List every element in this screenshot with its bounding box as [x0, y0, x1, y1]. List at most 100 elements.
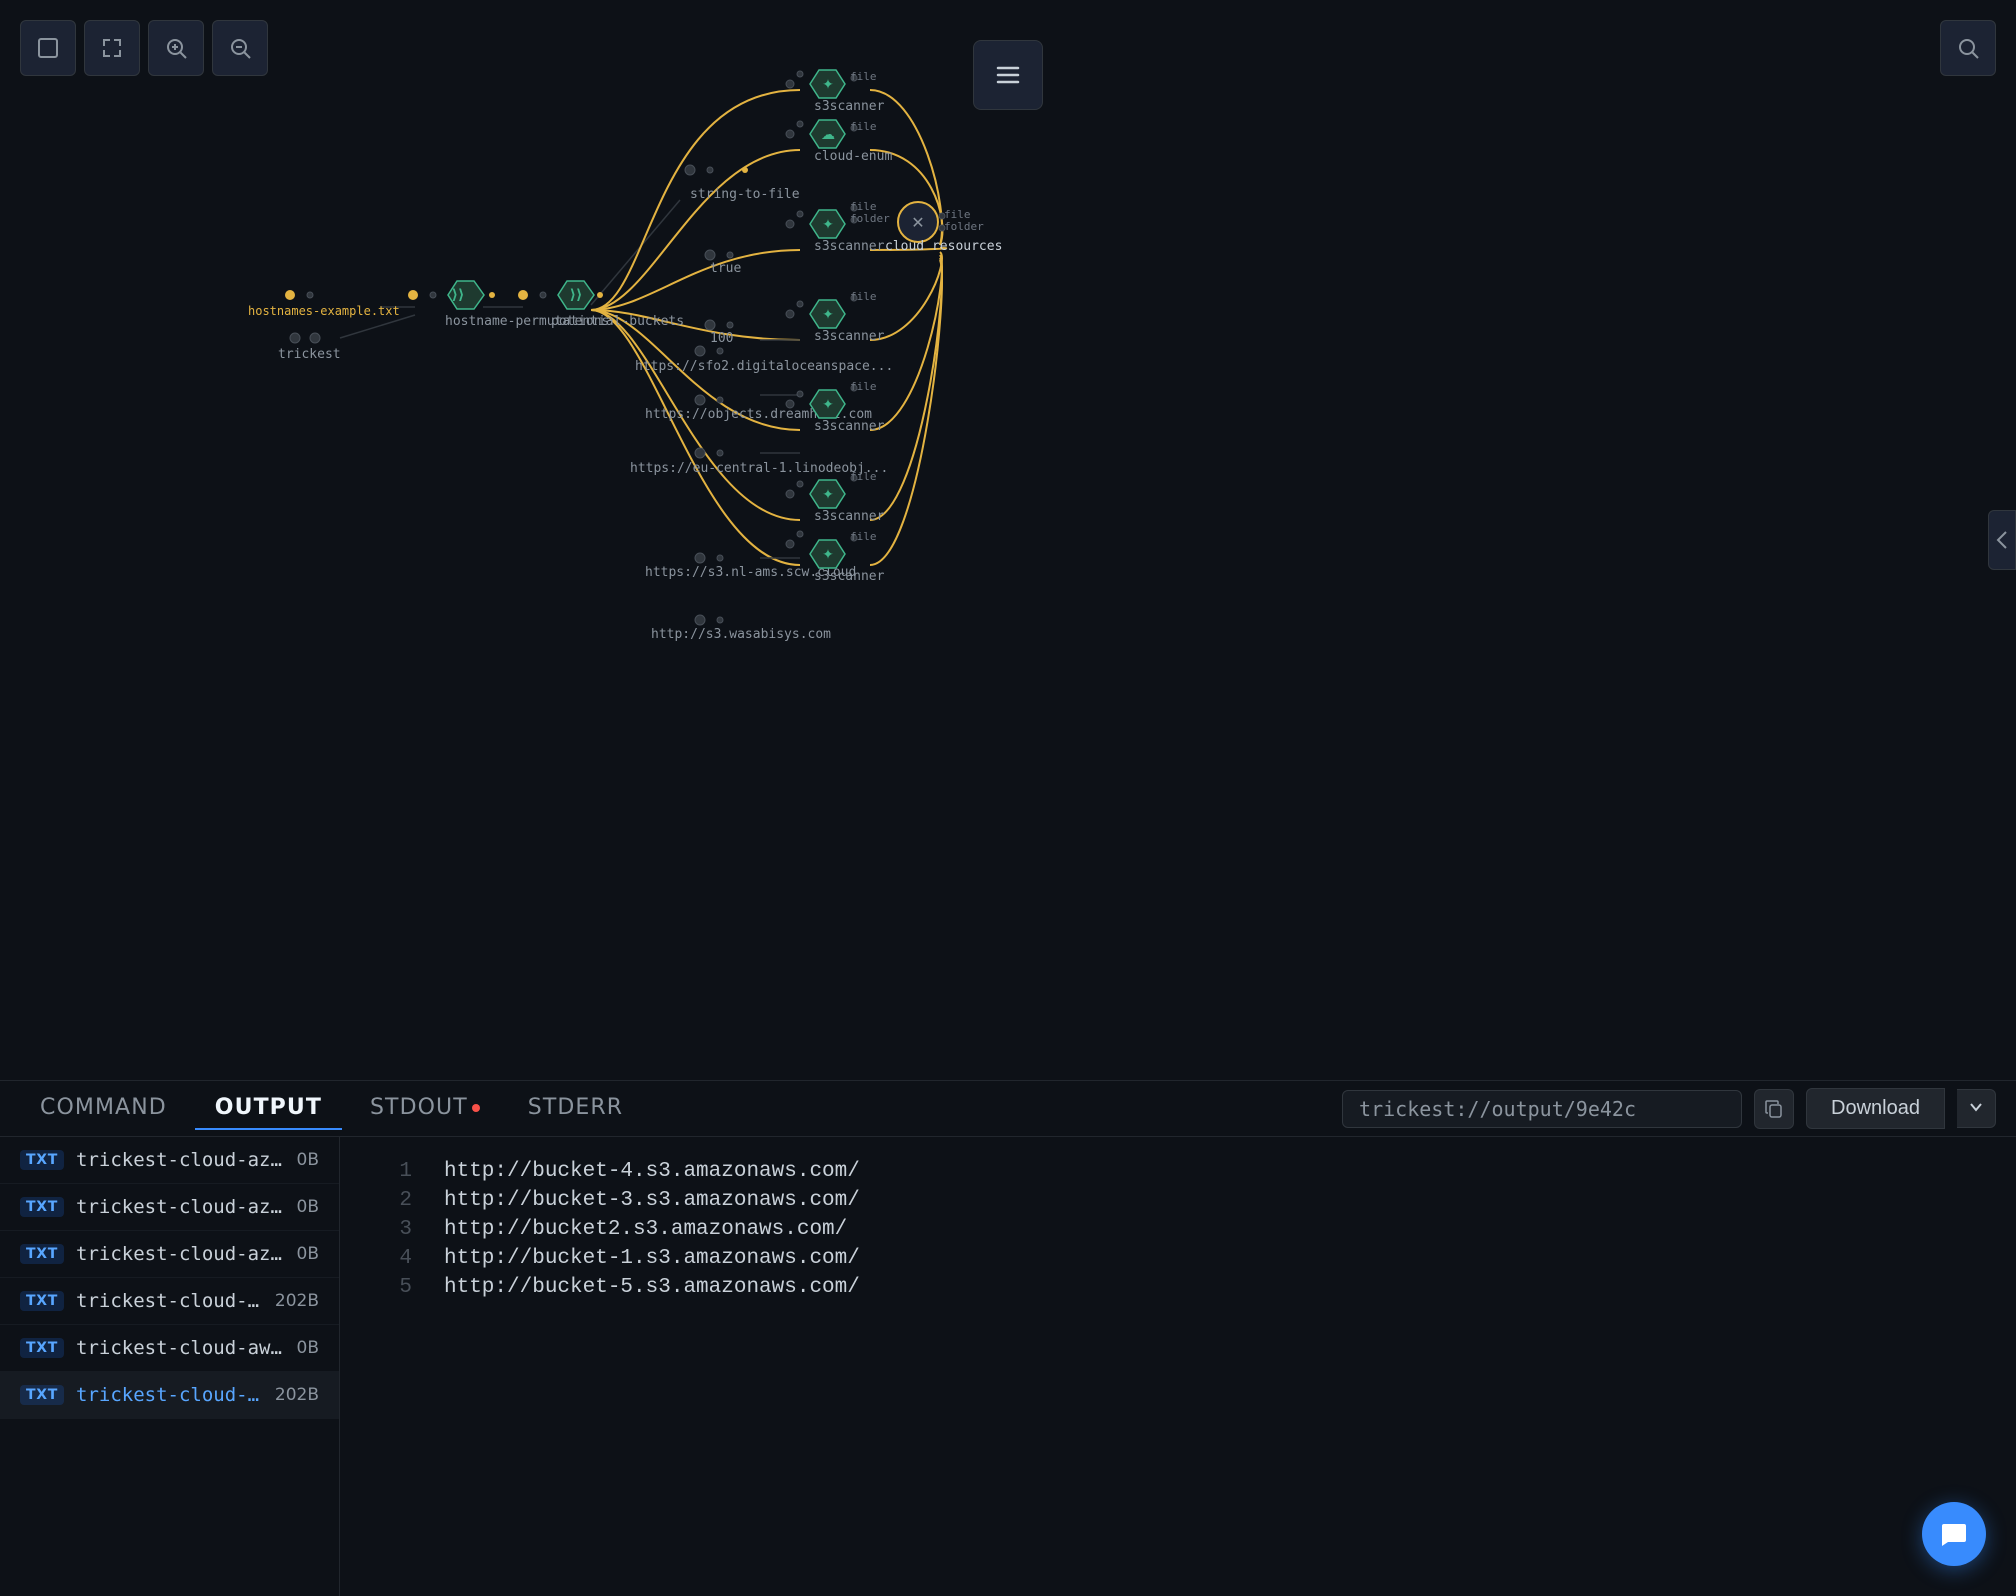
node-trickest[interactable]: trickest	[278, 333, 341, 362]
toolbar	[20, 20, 268, 76]
file-size: 0B	[297, 1244, 319, 1264]
file-name: trickest-cloud-azure-conta...	[76, 1243, 285, 1265]
node-s3scanner-5[interactable]: ✦ file s3scanner	[786, 470, 885, 524]
right-panel-toggle[interactable]	[1988, 510, 2016, 570]
tab-command[interactable]: COMMAND	[20, 1087, 187, 1130]
svg-text:⟩⟩: ⟩⟩	[570, 287, 583, 303]
svg-text:http://s3.wasabisys.com: http://s3.wasabisys.com	[651, 627, 831, 642]
file-item[interactable]: TXT trickest-cloud-azure-vms.txt 0B	[0, 1137, 339, 1184]
svg-text:☁: ☁	[821, 127, 835, 143]
file-badge: TXT	[20, 1150, 64, 1170]
expand-tool-btn[interactable]	[84, 20, 140, 76]
svg-text:s3scanner: s3scanner	[814, 239, 885, 254]
svg-text:s3scanner: s3scanner	[814, 419, 885, 434]
svg-text:⟩⟩: ⟩⟩	[452, 287, 465, 303]
file-badge: TXT	[20, 1338, 64, 1358]
file-size: 0B	[297, 1197, 319, 1217]
svg-text:folder: folder	[850, 212, 890, 225]
file-name: trickest-cloud-azure-vms.txt	[76, 1149, 285, 1171]
node-s3scanner-3[interactable]: ✦ file s3scanner	[786, 290, 885, 344]
content-area: TXT trickest-cloud-azure-vms.txt 0B TXT …	[0, 1137, 2016, 1596]
flow-diagram: hostnames-example.txt trickest ⟩⟩ hostna…	[0, 0, 2016, 1080]
svg-text:file: file	[850, 120, 877, 133]
svg-text:s3scanner: s3scanner	[814, 569, 885, 584]
tabs-right: Download	[1342, 1088, 1996, 1129]
svg-text:https://sfo2.digitaloceanspace: https://sfo2.digitaloceanspace...	[635, 359, 893, 374]
line-number: 4	[380, 1247, 412, 1270]
file-item[interactable]: TXT trickest-cloud-aws-apps.txt 0B	[0, 1325, 339, 1372]
svg-text:✦: ✦	[822, 547, 834, 563]
file-size: 0B	[297, 1338, 319, 1358]
svg-text:folder: folder	[944, 220, 984, 233]
svg-text:s3scanner: s3scanner	[814, 509, 885, 524]
file-item[interactable]: TXT trickest-cloud-azure-conta... 0B	[0, 1231, 339, 1278]
line-number: 3	[380, 1218, 412, 1241]
download-caret-btn[interactable]	[1957, 1089, 1996, 1128]
zoom-out-btn[interactable]	[212, 20, 268, 76]
node-url-digitalocean: https://sfo2.digitaloceanspace...	[635, 346, 893, 374]
file-size: 202B	[275, 1385, 319, 1405]
file-badge: TXT	[20, 1291, 64, 1311]
zoom-in-btn[interactable]	[148, 20, 204, 76]
svg-text:cloud resources: cloud resources	[885, 239, 1002, 254]
line-number: 2	[380, 1189, 412, 1212]
tab-output[interactable]: OUTPUT	[195, 1087, 342, 1130]
svg-text:✦: ✦	[822, 217, 834, 233]
svg-text:cloud-enum: cloud-enum	[814, 149, 892, 164]
menu-button[interactable]	[973, 40, 1043, 110]
bottom-panel: COMMAND OUTPUT STDOUT STDERR Download	[0, 1080, 2016, 1596]
svg-text:file: file	[850, 380, 877, 393]
svg-text:100: 100	[710, 331, 733, 346]
svg-text:file: file	[850, 290, 877, 303]
node-s3scanner-1[interactable]: ✦ file s3scanner	[786, 70, 885, 114]
svg-text:✕: ✕	[911, 213, 924, 232]
canvas-area: hostnames-example.txt trickest ⟩⟩ hostna…	[0, 0, 2016, 1080]
line-number: 1	[380, 1160, 412, 1183]
file-name: trickest-cloud-all.txt	[76, 1384, 263, 1406]
svg-text:✦: ✦	[822, 487, 834, 503]
file-size: 0B	[297, 1150, 319, 1170]
code-line: 3 http://bucket2.s3.amazonaws.com/	[380, 1215, 1976, 1244]
file-name: trickest-cloud-aws-s3-bu...	[76, 1290, 263, 1312]
copy-path-btn[interactable]	[1754, 1089, 1794, 1129]
chat-button[interactable]	[1922, 1502, 1986, 1566]
svg-text:true: true	[710, 261, 741, 276]
file-item[interactable]: TXT trickest-cloud-azure-datab... 0B	[0, 1184, 339, 1231]
node-s3scanner-2[interactable]: ✦ file folder s3scanner	[786, 200, 890, 254]
file-item[interactable]: TXT trickest-cloud-all.txt 202B	[0, 1372, 339, 1419]
node-cloud-resources[interactable]: ✕ file folder cloud resources	[885, 202, 1002, 254]
node-cloud-enum[interactable]: ☁ file cloud-enum	[786, 120, 892, 164]
code-line: 2 http://bucket-3.s3.amazonaws.com/	[380, 1186, 1976, 1215]
code-line: 5 http://bucket-5.s3.amazonaws.com/	[380, 1273, 1976, 1302]
stdout-dot	[472, 1104, 480, 1112]
select-tool-btn[interactable]	[20, 20, 76, 76]
path-input[interactable]	[1342, 1090, 1742, 1128]
svg-text:file: file	[850, 530, 877, 543]
line-content: http://bucket-4.s3.amazonaws.com/	[444, 1160, 860, 1183]
code-line: 4 http://bucket-1.s3.amazonaws.com/	[380, 1244, 1976, 1273]
tab-stdout[interactable]: STDOUT	[350, 1087, 500, 1130]
tab-stderr[interactable]: STDERR	[508, 1087, 643, 1130]
svg-text:file: file	[850, 470, 877, 483]
svg-text:hostnames-example.txt: hostnames-example.txt	[248, 304, 400, 318]
svg-text:✦: ✦	[822, 307, 834, 323]
svg-text:potential-buckets: potential-buckets	[551, 314, 684, 329]
svg-text:trickest: trickest	[278, 347, 341, 362]
download-button[interactable]: Download	[1806, 1088, 1945, 1129]
line-content: http://bucket-5.s3.amazonaws.com/	[444, 1276, 860, 1299]
line-content: http://bucket-3.s3.amazonaws.com/	[444, 1189, 860, 1212]
file-badge: TXT	[20, 1197, 64, 1217]
line-content: http://bucket2.s3.amazonaws.com/	[444, 1218, 847, 1241]
node-true: true	[705, 250, 741, 276]
line-content: http://bucket-1.s3.amazonaws.com/	[444, 1247, 860, 1270]
svg-text:s3scanner: s3scanner	[814, 329, 885, 344]
file-name: trickest-cloud-aws-apps.txt	[76, 1337, 285, 1359]
node-string-to-file[interactable]: string-to-file	[685, 165, 800, 202]
file-list: TXT trickest-cloud-azure-vms.txt 0B TXT …	[0, 1137, 340, 1596]
file-name: trickest-cloud-azure-datab...	[76, 1196, 285, 1218]
svg-text:s3scanner: s3scanner	[814, 99, 885, 114]
file-badge: TXT	[20, 1244, 64, 1264]
search-button[interactable]	[1940, 20, 1996, 76]
node-hostnames-example[interactable]: hostnames-example.txt	[248, 290, 400, 318]
file-item[interactable]: TXT trickest-cloud-aws-s3-bu... 202B	[0, 1278, 339, 1325]
